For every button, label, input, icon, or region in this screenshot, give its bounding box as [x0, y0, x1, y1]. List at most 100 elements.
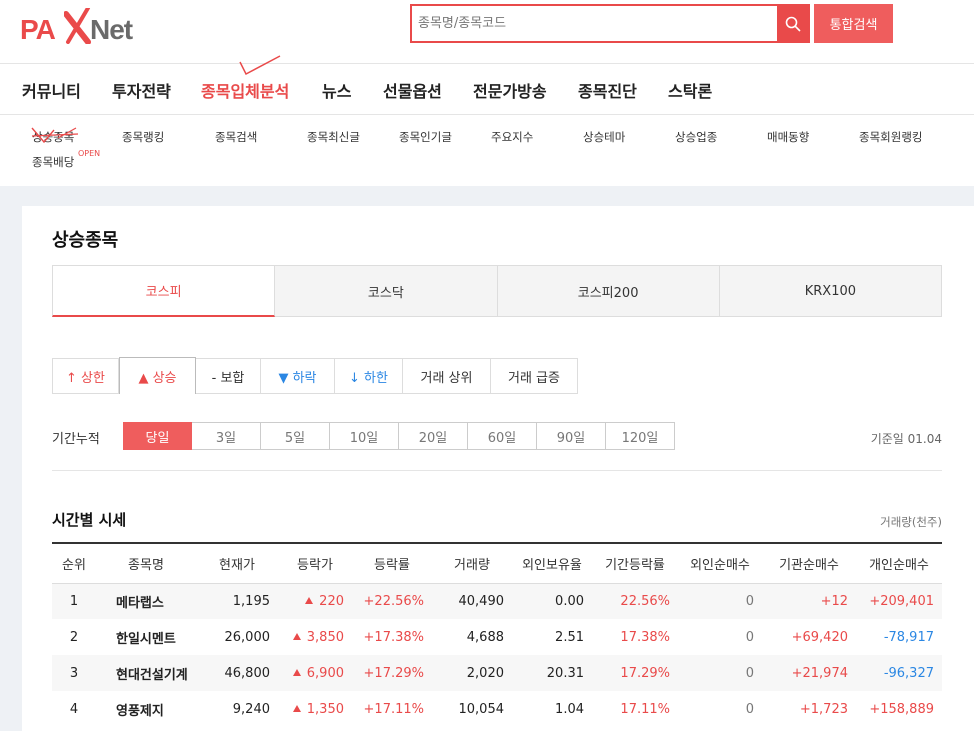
period-label: 기간누적 — [52, 432, 100, 447]
sub-nav: 상승종목 종목랭킹 종목검색 종목최신글 종목인기글 주요지수 상승테마 상승업… — [0, 115, 974, 185]
period-1d[interactable]: 당일 — [123, 422, 192, 450]
price: 46,800 — [196, 655, 278, 691]
tab-kospi[interactable]: 코스피 — [52, 265, 276, 317]
tab-krx100[interactable]: KRX100 — [719, 265, 942, 317]
up-triangle-icon — [292, 668, 301, 676]
snb-popular-posts[interactable]: 종목인기글 — [399, 129, 452, 145]
stock-name-link[interactable]: 한일시멘트 — [96, 619, 196, 655]
paxnet-logo[interactable]: PA Net — [20, 8, 145, 45]
nav-futures-options[interactable]: 선물옵션 — [383, 78, 442, 102]
total-search-button[interactable]: 통합검색 — [814, 4, 893, 43]
rank: 2 — [69, 629, 79, 645]
foreign-net: 0 — [678, 655, 762, 691]
foreign-ratio: 2.51 — [555, 629, 584, 645]
snb-dividend[interactable]: 종목배당 — [32, 154, 74, 170]
col-change[interactable]: 등락가 — [278, 543, 352, 584]
volume: 10,054 — [458, 701, 505, 717]
change-rate: +17.38% — [363, 629, 424, 645]
up-triangle-icon — [292, 704, 301, 712]
col-period-rate[interactable]: 기간등락률 — [592, 543, 678, 584]
period-90d[interactable]: 90일 — [537, 422, 606, 450]
table-row: 3 현대건설기계 46,800 6,900 +17.29% 2,020 20.3… — [52, 655, 942, 691]
snb-rising-sectors[interactable]: 상승업종 — [675, 129, 717, 145]
change-rate: +17.11% — [363, 701, 424, 717]
snb-latest-posts[interactable]: 종목최신글 — [307, 129, 360, 145]
period-5d[interactable]: 5일 — [261, 422, 330, 450]
snb-trading-trends[interactable]: 매매동향 — [767, 129, 809, 145]
tab-unchanged[interactable]: - 보합 — [196, 358, 261, 394]
period-60d[interactable]: 60일 — [468, 422, 537, 450]
tab-upper-limit[interactable]: ↑ 상한 — [52, 358, 119, 394]
col-foreign-ratio[interactable]: 외인보유율 — [512, 543, 592, 584]
foreign-net: 0 — [745, 629, 754, 645]
nav-stock-diagnosis[interactable]: 종목진단 — [578, 78, 637, 102]
volume: 2,020 — [432, 655, 512, 691]
nav-stock-loan[interactable]: 스탁론 — [668, 78, 712, 102]
snb-rising-themes[interactable]: 상승테마 — [583, 129, 625, 145]
table-row: 2 한일시멘트 26,000 3,850 +17.38% 4,688 2.51 … — [52, 619, 942, 655]
search-input[interactable] — [412, 6, 778, 41]
search-icon — [785, 16, 801, 32]
stock-name-link[interactable]: 현대건설기계 — [96, 655, 196, 691]
col-price[interactable]: 현재가 — [196, 543, 278, 584]
snb-stock-search[interactable]: 종목검색 — [215, 129, 257, 145]
col-individual-net[interactable]: 개인순매수 — [856, 543, 942, 584]
period-3d[interactable]: 3일 — [192, 422, 261, 450]
search-box — [410, 4, 810, 43]
snb-major-indices[interactable]: 주요지수 — [491, 129, 533, 145]
tab-kosdaq[interactable]: 코스닥 — [275, 265, 498, 317]
nav-news[interactable]: 뉴스 — [322, 78, 351, 102]
tab-rising[interactable]: ▲ 상승 — [119, 357, 196, 394]
col-name[interactable]: 종목명 — [96, 543, 196, 584]
snb-stock-ranking[interactable]: 종목랭킹 — [122, 129, 164, 145]
foreign-net: 0 — [745, 701, 754, 717]
tab-top-volume[interactable]: 거래 상위 — [403, 358, 491, 394]
snb-member-ranking[interactable]: 종목회원랭킹 — [859, 129, 922, 145]
change: 6,900 — [278, 655, 352, 691]
col-volume[interactable]: 거래량 — [432, 543, 512, 584]
change: 1,350 — [278, 691, 352, 727]
institution-net: +21,974 — [762, 655, 856, 691]
institution-net: +12 — [762, 583, 856, 619]
individual-net: -96,327 — [856, 655, 942, 691]
period-rate: 17.38% — [620, 629, 670, 645]
header: PA Net 통합검색 커뮤니티 투자전략 종목입체분석 뉴스 선물옵션 전문가… — [0, 0, 974, 186]
nav-community[interactable]: 커뮤니티 — [22, 78, 81, 102]
tab-falling[interactable]: ▼ 하락 — [261, 358, 335, 394]
page-title: 상승종목 — [52, 230, 119, 251]
institution-net: +1,723 — [799, 701, 848, 717]
nav-strategy[interactable]: 투자전략 — [112, 78, 171, 102]
nav-expert-broadcast[interactable]: 전문가방송 — [473, 78, 547, 102]
tab-kospi200[interactable]: 코스피200 — [497, 265, 720, 317]
market-tabs: 코스피 코스닥 코스피200 KRX100 — [52, 265, 942, 317]
base-date: 기준일 01.04 — [870, 432, 942, 446]
volume: 4,688 — [466, 629, 504, 645]
volume-unit: 거래량(천주) — [880, 515, 942, 529]
period-20d[interactable]: 20일 — [399, 422, 468, 450]
section-title: 시간별 시세 — [52, 511, 127, 529]
col-change-rate[interactable]: 등락률 — [352, 543, 432, 584]
rising-stocks-table: 순위 종목명 현재가 등락가 등락률 거래량 외인보유율 기간등락률 외인순매수… — [52, 542, 942, 727]
search-button[interactable] — [777, 6, 808, 41]
stock-name-link[interactable]: 영풍제지 — [96, 691, 196, 727]
foreign-ratio: 1.04 — [555, 701, 584, 717]
period-filter: 기간누적 당일 3일 5일 10일 20일 60일 90일 120일 기준일 0… — [52, 422, 942, 452]
tab-volume-surge[interactable]: 거래 급증 — [491, 358, 578, 394]
table-row: 1 메타랩스 1,195 220 +22.56% 40,490 0.00 22.… — [52, 583, 942, 619]
stock-name-link[interactable]: 메타랩스 — [96, 583, 196, 619]
tab-lower-limit[interactable]: ↓ 하한 — [335, 358, 403, 394]
nav-stock-analysis[interactable]: 종목입체분석 — [201, 78, 289, 102]
price: 9,240 — [232, 701, 270, 717]
period-120d[interactable]: 120일 — [606, 422, 675, 450]
period-10d[interactable]: 10일 — [330, 422, 399, 450]
period-buttons: 당일 3일 5일 10일 20일 60일 90일 120일 — [123, 422, 675, 450]
table-row: 4 영풍제지 9,240 1,350 +17.11% 10,054 1.04 1… — [52, 691, 942, 727]
price: 26,000 — [224, 629, 271, 645]
volume: 40,490 — [432, 583, 512, 619]
main-content: 상승종목 코스피 코스닥 코스피200 KRX100 ↑ 상한 ▲ 상승 - 보… — [22, 206, 974, 731]
col-foreign-net[interactable]: 외인순매수 — [678, 543, 762, 584]
col-institution-net[interactable]: 기관순매수 — [762, 543, 856, 584]
up-triangle-icon — [292, 632, 301, 640]
individual-net: +158,889 — [869, 701, 934, 717]
foreign-ratio: 20.31 — [512, 655, 592, 691]
